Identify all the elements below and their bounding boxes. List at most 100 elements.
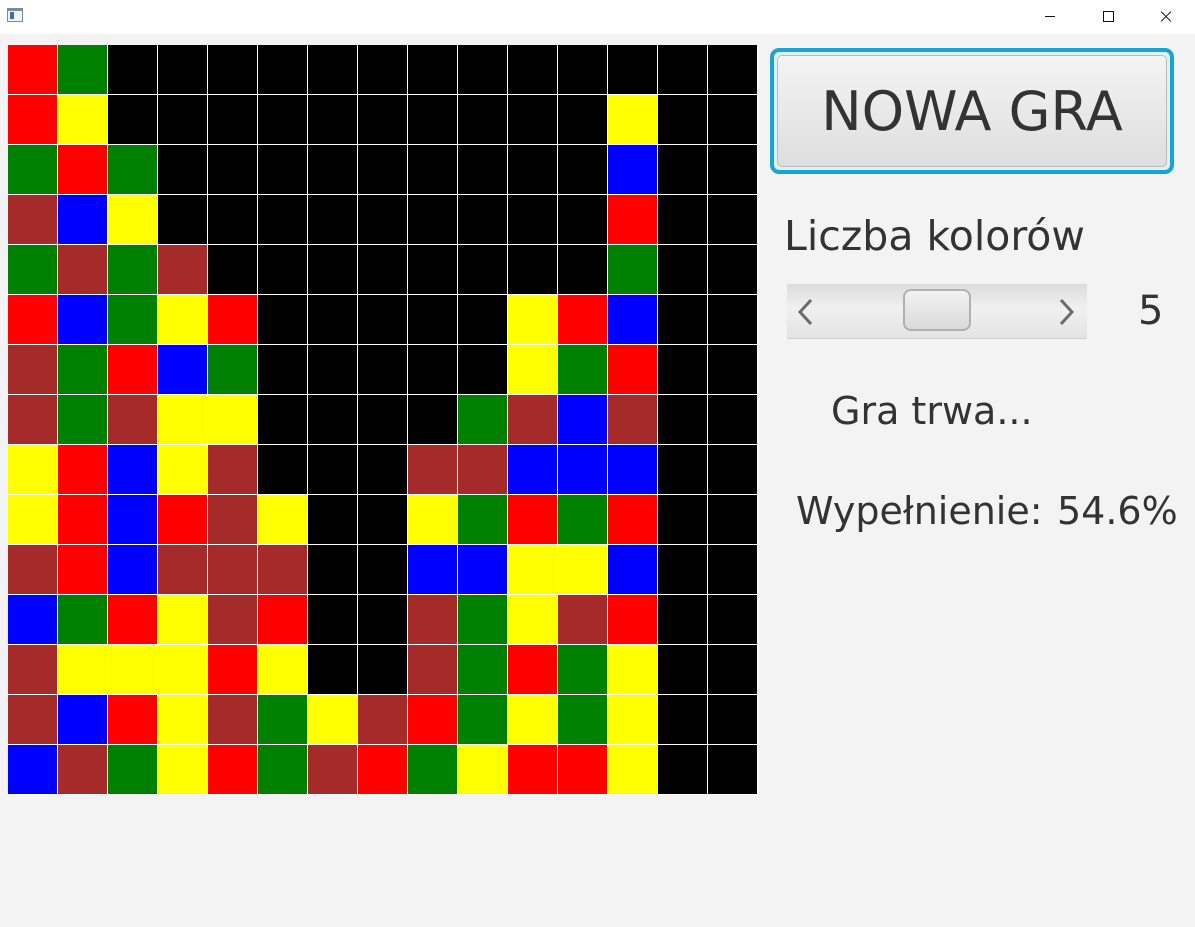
board-cell[interactable] bbox=[558, 195, 608, 245]
board-cell[interactable] bbox=[558, 145, 608, 195]
board-cell[interactable] bbox=[658, 495, 708, 545]
close-button[interactable] bbox=[1137, 0, 1195, 32]
board-cell[interactable] bbox=[8, 45, 58, 95]
board-cell[interactable] bbox=[458, 345, 508, 395]
board-cell[interactable] bbox=[258, 445, 308, 495]
board-cell[interactable] bbox=[108, 745, 158, 795]
board-cell[interactable] bbox=[658, 295, 708, 345]
board-cell[interactable] bbox=[608, 545, 658, 595]
board-cell[interactable] bbox=[708, 445, 758, 495]
board-cell[interactable] bbox=[58, 295, 108, 345]
board-cell[interactable] bbox=[708, 745, 758, 795]
board-cell[interactable] bbox=[458, 245, 508, 295]
board-cell[interactable] bbox=[208, 745, 258, 795]
board-cell[interactable] bbox=[108, 495, 158, 545]
board-cell[interactable] bbox=[358, 445, 408, 495]
board-cell[interactable] bbox=[108, 395, 158, 445]
board-cell[interactable] bbox=[8, 95, 58, 145]
board-cell[interactable] bbox=[158, 245, 208, 295]
board-cell[interactable] bbox=[558, 695, 608, 745]
board-cell[interactable] bbox=[358, 495, 408, 545]
board-cell[interactable] bbox=[108, 645, 158, 695]
board-cell[interactable] bbox=[208, 645, 258, 695]
board-cell[interactable] bbox=[558, 245, 608, 295]
board-cell[interactable] bbox=[508, 695, 558, 745]
board-cell[interactable] bbox=[208, 245, 258, 295]
board-cell[interactable] bbox=[608, 245, 658, 295]
board-cell[interactable] bbox=[358, 595, 408, 645]
board-cell[interactable] bbox=[408, 645, 458, 695]
board-cell[interactable] bbox=[158, 545, 208, 595]
board-cell[interactable] bbox=[108, 45, 158, 95]
board-cell[interactable] bbox=[708, 45, 758, 95]
board-cell[interactable] bbox=[408, 745, 458, 795]
board-cell[interactable] bbox=[58, 445, 108, 495]
board-cell[interactable] bbox=[508, 445, 558, 495]
board-cell[interactable] bbox=[58, 345, 108, 395]
board-cell[interactable] bbox=[58, 495, 108, 545]
board-cell[interactable] bbox=[508, 545, 558, 595]
board-cell[interactable] bbox=[458, 745, 508, 795]
minimize-button[interactable] bbox=[1021, 0, 1079, 32]
board-cell[interactable] bbox=[408, 145, 458, 195]
board-cell[interactable] bbox=[658, 545, 708, 595]
board-cell[interactable] bbox=[208, 145, 258, 195]
board-cell[interactable] bbox=[258, 95, 308, 145]
board-cell[interactable] bbox=[458, 445, 508, 495]
board-cell[interactable] bbox=[308, 695, 358, 745]
board-cell[interactable] bbox=[358, 345, 408, 395]
board-cell[interactable] bbox=[658, 395, 708, 445]
board-cell[interactable] bbox=[408, 195, 458, 245]
board-cell[interactable] bbox=[258, 545, 308, 595]
board-cell[interactable] bbox=[58, 45, 108, 95]
board-cell[interactable] bbox=[408, 695, 458, 745]
board-cell[interactable] bbox=[658, 645, 708, 695]
board-cell[interactable] bbox=[458, 95, 508, 145]
board-cell[interactable] bbox=[258, 145, 308, 195]
board-cell[interactable] bbox=[158, 145, 208, 195]
board-cell[interactable] bbox=[558, 95, 608, 145]
board-cell[interactable] bbox=[8, 695, 58, 745]
board-cell[interactable] bbox=[158, 495, 208, 545]
board-cell[interactable] bbox=[708, 295, 758, 345]
app-icon[interactable] bbox=[7, 8, 23, 22]
board-cell[interactable] bbox=[708, 645, 758, 695]
board-cell[interactable] bbox=[408, 45, 458, 95]
board-cell[interactable] bbox=[408, 245, 458, 295]
board-cell[interactable] bbox=[208, 195, 258, 245]
board-cell[interactable] bbox=[608, 95, 658, 145]
board-cell[interactable] bbox=[108, 445, 158, 495]
board-cell[interactable] bbox=[208, 695, 258, 745]
board-cell[interactable] bbox=[358, 95, 408, 145]
board-cell[interactable] bbox=[608, 445, 658, 495]
board-cell[interactable] bbox=[8, 645, 58, 695]
board-cell[interactable] bbox=[308, 345, 358, 395]
board-cell[interactable] bbox=[8, 245, 58, 295]
board-cell[interactable] bbox=[458, 645, 508, 695]
board-cell[interactable] bbox=[558, 645, 608, 695]
board-cell[interactable] bbox=[658, 95, 708, 145]
board-cell[interactable] bbox=[158, 295, 208, 345]
board-cell[interactable] bbox=[158, 195, 208, 245]
board-cell[interactable] bbox=[708, 95, 758, 145]
board-cell[interactable] bbox=[158, 45, 208, 95]
board-cell[interactable] bbox=[8, 145, 58, 195]
board-cell[interactable] bbox=[308, 45, 358, 95]
board-cell[interactable] bbox=[708, 495, 758, 545]
board-cell[interactable] bbox=[8, 195, 58, 245]
board-cell[interactable] bbox=[508, 645, 558, 695]
board-cell[interactable] bbox=[108, 245, 158, 295]
board-cell[interactable] bbox=[208, 45, 258, 95]
board-cell[interactable] bbox=[258, 245, 308, 295]
board-cell[interactable] bbox=[458, 195, 508, 245]
board-cell[interactable] bbox=[708, 545, 758, 595]
board-cell[interactable] bbox=[558, 495, 608, 545]
board-cell[interactable] bbox=[508, 195, 558, 245]
board-cell[interactable] bbox=[508, 595, 558, 645]
board-cell[interactable] bbox=[508, 495, 558, 545]
board-cell[interactable] bbox=[258, 45, 308, 95]
board-cell[interactable] bbox=[558, 395, 608, 445]
board-cell[interactable] bbox=[108, 545, 158, 595]
board-cell[interactable] bbox=[158, 395, 208, 445]
board-cell[interactable] bbox=[58, 645, 108, 695]
